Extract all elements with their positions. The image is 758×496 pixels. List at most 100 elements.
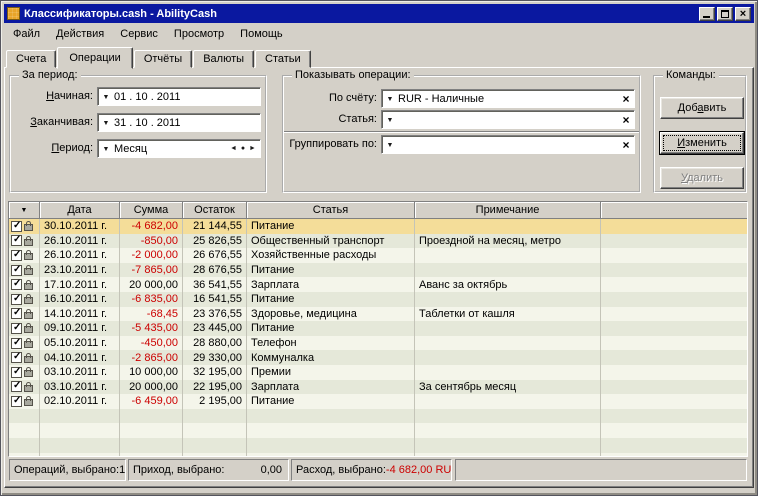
empty-cell [415, 408, 601, 424]
table-row[interactable]: 17.10.2011 г.20 000,0036 541,55ЗарплатаА… [9, 277, 747, 292]
spin-prev-icon[interactable]: ◄ [230, 145, 237, 152]
dropdown-icon[interactable]: ▼ [382, 95, 398, 103]
row-balance-cell: 23 445,00 [183, 321, 247, 336]
group-by-field[interactable]: ▼ × [381, 135, 635, 154]
category-field[interactable]: ▼ × [381, 110, 635, 129]
tab-2[interactable]: Отчёты [133, 50, 193, 68]
tab-3[interactable]: Валюты [193, 50, 255, 68]
window-controls: × [699, 6, 751, 21]
row-date-cell: 16.10.2011 г. [40, 291, 120, 307]
empty-row [9, 423, 747, 438]
column-header-category[interactable]: Статья [247, 202, 415, 219]
row-checkbox-checked[interactable] [11, 366, 22, 378]
row-category-cell: Общественный транспорт [247, 233, 415, 249]
table-row[interactable]: 02.10.2011 г.-6 459,002 195,00Питание [9, 394, 747, 409]
account-field[interactable]: ▼ RUR - Наличные × [381, 89, 635, 108]
column-header-note[interactable]: Примечание [415, 202, 601, 219]
spin-next-icon[interactable]: ► [249, 145, 256, 152]
category-row: Статья: ▼ × [284, 110, 637, 129]
empty-cell [601, 438, 747, 453]
empty-cell [183, 423, 247, 438]
row-checkbox-checked[interactable] [11, 322, 22, 334]
row-checkbox-checked[interactable] [11, 249, 22, 261]
row-sum-cell: -2 000,00 [120, 248, 183, 263]
table-row[interactable]: 16.10.2011 г.-6 835,0016 541,55Питание [9, 291, 747, 307]
edit-button[interactable]: Изменить [659, 131, 745, 155]
row-category-cell: Зарплата [247, 277, 415, 292]
column-header-sum[interactable]: Сумма [120, 202, 183, 219]
table-row[interactable]: 30.10.2011 г.-4 682,0021 144,55Питание [9, 219, 747, 234]
account-label: По счёту: [328, 92, 377, 104]
close-button[interactable]: × [735, 6, 751, 21]
end-date-field[interactable]: ▼ 31 . 10 . 2011 [97, 113, 261, 132]
table-row[interactable]: 05.10.2011 г.-450,0028 880,00Телефон [9, 335, 747, 351]
maximize-button[interactable] [717, 6, 733, 21]
row-checkbox-checked[interactable] [11, 337, 22, 349]
minimize-button[interactable] [699, 6, 715, 21]
row-checkbox-checked[interactable] [11, 264, 22, 276]
row-checkbox-checked[interactable] [11, 293, 22, 305]
column-header-balance[interactable]: Остаток [183, 202, 247, 219]
table-row[interactable]: 26.10.2011 г.-850,0025 826,55Общественны… [9, 233, 747, 249]
dropdown-icon[interactable]: ▼ [382, 116, 398, 124]
clear-icon[interactable]: × [618, 138, 634, 152]
group-by-row: Группировать по: ▼ × [284, 135, 637, 154]
commands-group: Команды: Добавить Изменить Удалить [653, 69, 747, 193]
add-button[interactable]: Добавить [660, 97, 744, 119]
menu-bar: Файл Действия Сервис Просмотр Помощь [5, 24, 753, 43]
row-filler-cell [601, 307, 747, 322]
dropdown-icon[interactable]: ▼ [98, 145, 114, 153]
row-checkbox-checked[interactable] [11, 307, 22, 320]
row-checkbox-checked[interactable] [11, 234, 22, 247]
tab-0[interactable]: Счета [6, 50, 57, 68]
row-checkbox-checked[interactable] [11, 351, 22, 364]
row-sum-cell: -6 835,00 [120, 291, 183, 307]
lock-icon [24, 279, 33, 290]
row-date-cell: 30.10.2011 г. [40, 219, 120, 234]
row-category-cell: Питание [247, 394, 415, 409]
menu-item-0[interactable]: Файл [5, 26, 48, 42]
row-note-cell [415, 262, 601, 278]
table-row[interactable]: 03.10.2011 г.10 000,0032 195,00Премии [9, 364, 747, 380]
clear-icon[interactable]: × [618, 113, 634, 127]
table-row[interactable]: 26.10.2011 г.-2 000,0026 676,55Хозяйстве… [9, 248, 747, 263]
menu-item-1[interactable]: Действия [48, 26, 112, 42]
row-sum-cell: -4 682,00 [120, 219, 183, 234]
table-row[interactable]: 23.10.2011 г.-7 865,0028 676,55Питание [9, 262, 747, 278]
start-date-label: Начиная: [46, 90, 93, 102]
row-checkbox-checked[interactable] [11, 278, 22, 291]
filter-column-button[interactable]: ▼ [9, 202, 40, 219]
status-expense-value: -4 682,00 RUR [385, 464, 452, 476]
row-date-cell: 09.10.2011 г. [40, 321, 120, 336]
period-field[interactable]: ▼ Месяц ◄ ● ► [97, 139, 261, 158]
spin-current-icon[interactable]: ● [241, 145, 245, 152]
dropdown-icon[interactable]: ▼ [382, 141, 398, 149]
empty-cell [247, 437, 415, 453]
menu-item-2[interactable]: Сервис [112, 26, 166, 42]
row-filler-cell [601, 365, 747, 380]
lock-icon [24, 396, 33, 407]
menu-item-4[interactable]: Помощь [232, 26, 291, 42]
app-window: Классификаторы.cash - AbilityCash × Файл… [0, 0, 758, 496]
title-bar[interactable]: Классификаторы.cash - AbilityCash × [4, 4, 754, 23]
row-checkbox-checked[interactable] [11, 395, 22, 407]
row-checkbox-checked[interactable] [11, 220, 22, 232]
table-row[interactable]: 03.10.2011 г.20 000,0022 195,00ЗарплатаЗ… [9, 379, 747, 395]
lock-icon [24, 323, 33, 334]
tab-4[interactable]: Статьи [255, 50, 311, 68]
table-row[interactable]: 09.10.2011 г.-5 435,0023 445,00Питание [9, 321, 747, 336]
dropdown-icon[interactable]: ▼ [98, 93, 114, 101]
row-checkbox-checked[interactable] [11, 380, 22, 393]
start-date-field[interactable]: ▼ 01 . 10 . 2011 [97, 87, 261, 106]
column-header-date[interactable]: Дата [40, 202, 120, 219]
row-sum-cell: 10 000,00 [120, 364, 183, 380]
menu-item-3[interactable]: Просмотр [166, 26, 232, 42]
table-row[interactable]: 04.10.2011 г.-2 865,0029 330,00Коммуналк… [9, 350, 747, 365]
end-date-value: 31 . 10 . 2011 [114, 116, 181, 129]
tab-1[interactable]: Операции [57, 47, 133, 69]
clear-icon[interactable]: × [618, 92, 634, 106]
dropdown-icon[interactable]: ▼ [98, 119, 114, 127]
end-date-label: Заканчивая: [30, 116, 93, 128]
table-row[interactable]: 14.10.2011 г.-68,4523 376,55Здоровье, ме… [9, 306, 747, 322]
row-filler-cell [601, 380, 747, 395]
